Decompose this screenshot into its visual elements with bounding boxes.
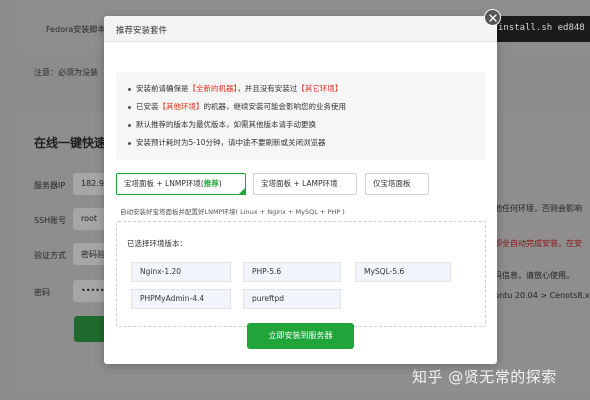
bg-right-text-1: 他任何环境，否则会影响: [494, 204, 582, 213]
close-icon: [488, 13, 497, 22]
bg-label-password: 密码: [34, 288, 50, 297]
bg-right-text-3: 码信息，请放心使用。: [494, 271, 574, 280]
env-version-box: 已选择环境版本： Nginx-1.20 PHP-5.6 MySQL-5.6 PH…: [116, 221, 486, 327]
phpmyadmin-version-select[interactable]: PHPMyAdmin-4.4: [131, 289, 231, 309]
install-now-button[interactable]: 立即安装到服务器: [247, 323, 354, 349]
notice-item: 已安装【其他环境】的机器，继续安装可能会影响您的业务使用: [128, 101, 346, 119]
ftp-version-select[interactable]: pureftpd: [243, 289, 341, 309]
bg-label-auth: 验证方式: [34, 251, 66, 260]
bg-right-text-4: untu 20.04 > Cenots8.x >: [494, 291, 590, 300]
install-suite-modal: 推荐安装套件 安装前请确保是【全新的机器】，并且没有安装过【其它环境】 已安装【…: [104, 16, 497, 364]
selected-corner-icon: [238, 187, 246, 195]
watermark: 知乎 @贤无常的探索: [412, 368, 557, 386]
env-title: 已选择环境版本：: [127, 239, 187, 248]
bg-label-ssh: SSH账号: [34, 216, 67, 225]
nginx-version-select[interactable]: Nginx-1.20: [131, 262, 231, 282]
bg-fedora-text: Fedora安装脚本: [46, 25, 106, 34]
close-button[interactable]: [484, 9, 501, 26]
modal-title: 推荐安装套件: [116, 26, 168, 36]
notice-item: 默认推荐的版本为最优版本，如需其他版本请手动更换: [128, 119, 346, 137]
mysql-version-select[interactable]: MySQL-5.6: [355, 262, 451, 282]
modal-header: 推荐安装套件: [104, 16, 497, 42]
notice-item: 安装前请确保是【全新的机器】，并且没有安装过【其它环境】: [128, 83, 346, 101]
bg-code-text: install.sh ed848: [498, 23, 585, 33]
tab-panel-only[interactable]: 仅宝塔面板: [365, 173, 429, 195]
bg-right-text-2: 即全自动完成安装，在安: [494, 239, 582, 248]
tab-lamp[interactable]: 宝塔面板 + LAMP环境: [253, 173, 357, 195]
suite-hint: 自动安装好宝塔面板并配置好LNMP环境( Linux + Nginx + MyS…: [120, 208, 345, 216]
php-version-select[interactable]: PHP-5.6: [243, 262, 341, 282]
bg-label-ip: 服务器IP: [34, 181, 66, 190]
notice-box: 安装前请确保是【全新的机器】，并且没有安装过【其它环境】 已安装【其他环境】的机…: [116, 72, 486, 160]
bg-section-title: 在线一键快速: [34, 136, 107, 150]
notice-item: 安装预计耗时为5-10分钟，请中途不要刷新或关闭浏览器: [128, 137, 346, 155]
bg-note-text: 注意：必须为没装: [34, 68, 98, 77]
tab-lnmp[interactable]: 宝塔面板 + LNMP环境(推荐): [116, 173, 246, 195]
